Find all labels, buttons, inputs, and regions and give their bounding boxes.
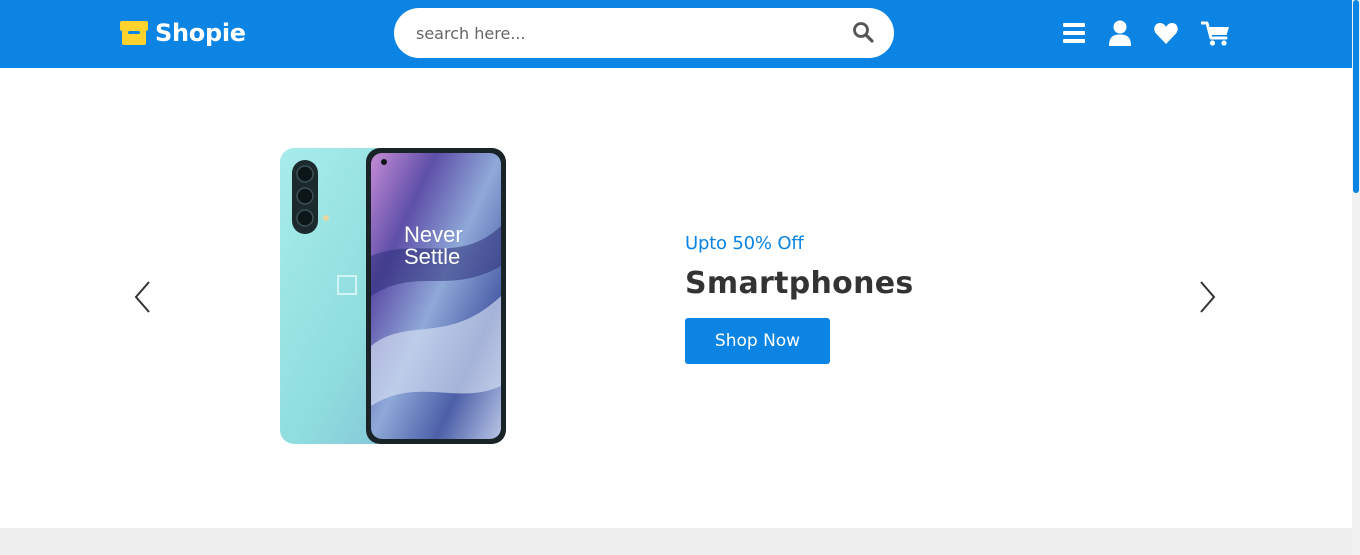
chevron-right-icon[interactable] (1196, 279, 1218, 315)
heart-icon[interactable] (1153, 19, 1179, 47)
user-icon[interactable] (1108, 19, 1132, 47)
hero-slider: Never Settle Upto 50% Off Smartphones Sho… (0, 68, 1352, 528)
header-icons (1062, 18, 1231, 48)
discount-label: Upto 50% Off (685, 233, 804, 254)
search-input[interactable] (414, 18, 834, 48)
search-icon[interactable] (852, 21, 876, 45)
screen-text: Never Settle (404, 222, 463, 269)
cart-icon[interactable] (1201, 19, 1231, 47)
shop-now-button[interactable]: Shop Now (685, 318, 830, 364)
slide-content: Upto 50% Off Smartphones Shop Now (685, 232, 914, 364)
brand-name: Shopie (155, 19, 246, 47)
smartphone-image: Never Settle (280, 148, 506, 444)
search-bar (394, 8, 894, 58)
store-icon (120, 21, 148, 45)
scrollbar-thumb[interactable] (1353, 0, 1359, 193)
scrollbar[interactable] (1352, 0, 1360, 555)
logo[interactable]: Shopie (119, 17, 246, 49)
page: Shopie search here... Never Settle Upto … (0, 0, 1352, 555)
header: Shopie (0, 0, 1352, 68)
menu-icon[interactable] (1062, 19, 1086, 47)
slide-title: Smartphones (685, 266, 914, 301)
chevron-left-icon[interactable] (132, 279, 154, 315)
